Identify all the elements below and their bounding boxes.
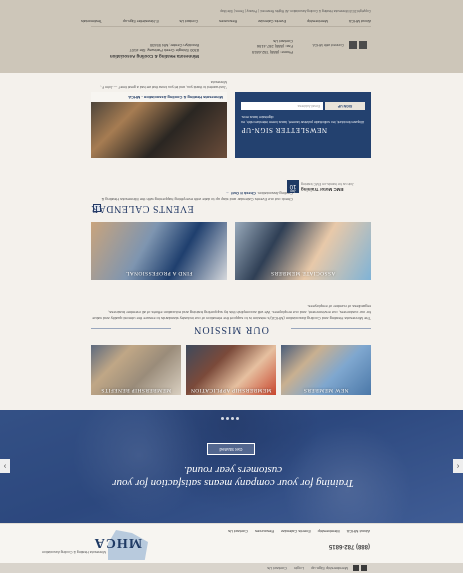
slider-next-arrow-icon[interactable]: ›	[0, 459, 10, 473]
footer-nav: About MHCA Membership Events Calendar Re…	[81, 19, 371, 23]
slider-dot[interactable]	[231, 417, 234, 420]
footer-nav-resources[interactable]: Resources	[219, 19, 237, 23]
footer-address-line-2: Brooklyn Center, MN 55430	[149, 43, 199, 48]
email-input[interactable]: Email Address	[241, 102, 323, 110]
card-membership-benefits[interactable]: MEMBERSHIP BENEFITS	[91, 345, 181, 395]
card-label: FIND A PROFESSIONAL	[125, 270, 193, 276]
video-title: Minnesota Heating & Cooling Association …	[91, 92, 227, 102]
card-associate-members[interactable]: ASSOCIATE MEMBERS	[235, 222, 371, 280]
footer-nav-membership[interactable]: Membership	[307, 19, 328, 23]
hero-slider: Training for your company means satisfac…	[0, 410, 463, 523]
newsletter-box: NEWSLETTER SIGN-UP Aliquam tincidunt, le…	[235, 92, 371, 158]
newsletter-form: SIGN UP Email Address	[241, 100, 365, 110]
events-check-it-out-link[interactable]: Check it Out! →	[226, 192, 256, 197]
nav-contact[interactable]: Contact Us	[228, 529, 248, 534]
site-header: MHCA Minnesota Heating & Cooling Associa…	[0, 523, 463, 563]
slider-dot[interactable]	[221, 417, 224, 420]
newsletter-text: Aliquam tincidunt, leo sollicitudin pulv…	[241, 115, 365, 124]
site-logo[interactable]: MHCA Minnesota Heating & Cooling Associa…	[42, 528, 148, 560]
newsletter-title: NEWSLETTER SIGN-UP	[241, 126, 328, 134]
video-player[interactable]: Minnesota Heating & Cooling Association …	[91, 92, 227, 158]
top-link-login[interactable]: Login	[294, 566, 304, 571]
logo-wordmark: MHCA	[93, 535, 142, 550]
slider-dot[interactable]	[236, 417, 239, 420]
event-date-badge: Jan 10	[287, 180, 299, 193]
linkedin-icon[interactable]	[349, 41, 357, 49]
card-label: MEMBERSHIP BENEFITS	[100, 387, 172, 393]
card-label: ASSOCIATE MEMBERS	[270, 270, 336, 276]
footer-contact-link[interactable]: Contact Us	[273, 39, 293, 44]
site-footer: Minnesota Heating & Cooling Association …	[0, 0, 463, 73]
nav-events[interactable]: Events Calendar	[281, 529, 311, 534]
footer-address-line-1: 8300 Shingle Creek Parkway, Ste #107	[129, 48, 199, 54]
main-nav: About MHCA Membership Events Calendar Re…	[221, 529, 370, 534]
page: Membership Sign-up Login Contact Us MHCA…	[0, 0, 463, 573]
nav-about[interactable]: About MHCA	[347, 529, 370, 534]
nav-membership[interactable]: Membership	[318, 529, 340, 534]
top-bar: Membership Sign-up Login Contact Us	[0, 563, 463, 573]
footer-nav-contact[interactable]: Contact Us	[179, 19, 198, 23]
events-text: Check out our Events Calendar and stay u…	[91, 191, 293, 203]
mission-title: OUR MISSION	[193, 324, 269, 335]
card-label: NEW MEMBERS	[303, 387, 349, 393]
footer-fax: Fax: (888) 287-4156	[256, 44, 293, 50]
footer-nav-about[interactable]: About MHCA	[349, 19, 371, 23]
card-label: MEMBERSHIP APPLICATION	[190, 387, 272, 393]
sign-up-button[interactable]: SIGN UP	[325, 102, 365, 110]
events-description: Check out our Events Calendar and stay u…	[101, 191, 293, 203]
top-link-contact[interactable]: Contact Us	[267, 566, 287, 571]
divider	[91, 26, 371, 27]
footer-social: Connect with MHCA	[312, 41, 367, 49]
mission-text: The Minnesota Heating and Cooling Associ…	[92, 304, 371, 321]
connect-text: Connect with MHCA	[312, 43, 344, 47]
card-membership-application[interactable]: MEMBERSHIP APPLICATION	[186, 345, 276, 395]
footer-nav-testimonials[interactable]: Testimonials	[81, 19, 102, 23]
header-phone[interactable]: (888) 782-6815	[329, 543, 370, 549]
events-title: EVENTS CALENDAR	[91, 203, 194, 214]
facebook-icon[interactable]	[361, 565, 367, 571]
event-day: 10	[289, 183, 297, 189]
copyright: Copyright 2015 Minnesota Heating & Cooli…	[220, 9, 371, 13]
get-started-button[interactable]: Get Started	[207, 443, 255, 455]
footer-phone[interactable]: Phone: (888) 782-6815	[252, 50, 293, 55]
card-find-a-professional[interactable]: FIND A PROFESSIONAL	[91, 222, 227, 280]
footer-address: Minnesota Heating & Cooling Association …	[89, 43, 199, 59]
slider-dots	[221, 417, 239, 420]
footer-nav-newsletter[interactable]: E-Newsletter Sign-up	[123, 19, 159, 23]
top-links: Membership Sign-up Login Contact Us	[261, 566, 348, 571]
card-new-members[interactable]: NEW MEMBERS	[281, 345, 371, 395]
footer-org-name: Minnesota Heating & Cooling Association	[109, 54, 199, 59]
logo-org-name: Minnesota Heating & Cooling Association	[41, 550, 106, 554]
top-social-icons	[353, 565, 367, 571]
nav-resources[interactable]: Resources	[255, 529, 274, 534]
video-testimonial: "Just wanted to thank you, and let you k…	[100, 80, 227, 89]
footer-nav-events[interactable]: Events Calendar	[258, 19, 286, 23]
event-name: EMC Motor Training	[301, 187, 344, 192]
event-item[interactable]: Jan 10 EMC Motor Training Join us for ha…	[285, 179, 371, 193]
linkedin-icon[interactable]	[353, 565, 359, 571]
slider-dot[interactable]	[226, 417, 229, 420]
event-location: Join us for hands-on EMC training	[301, 182, 354, 186]
slider-prev-arrow-icon[interactable]: ‹	[453, 459, 463, 473]
hero-title: Training for your company means satisfac…	[112, 464, 354, 489]
facebook-icon[interactable]	[359, 41, 367, 49]
event-month: Jan	[290, 189, 296, 193]
top-link-signup[interactable]: Membership Sign-up	[311, 566, 348, 571]
footer-contact: Phone: (888) 782-6815 Fax: (888) 287-415…	[203, 39, 293, 55]
